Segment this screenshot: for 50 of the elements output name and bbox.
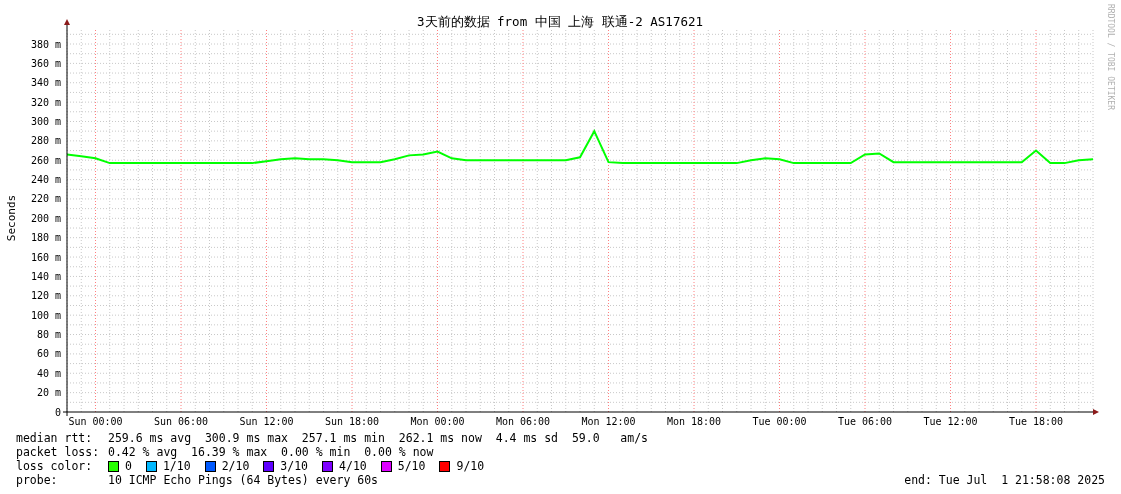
axis-label: 140 m bbox=[30, 270, 61, 282]
axis-label: 120 m bbox=[30, 290, 61, 302]
axis-label: Tue 12:00 bbox=[923, 416, 978, 426]
axis-label: 160 m bbox=[30, 251, 61, 263]
axis-label: 200 m bbox=[30, 212, 61, 224]
axis-label: 20 m bbox=[36, 387, 61, 399]
axis-label: 220 m bbox=[30, 193, 61, 205]
axis-label: Tue 06:00 bbox=[837, 416, 893, 426]
axis-label: Sun 12:00 bbox=[239, 416, 294, 426]
legend-label: 9/10 bbox=[456, 459, 485, 473]
axis-label: 0 bbox=[54, 406, 61, 418]
end-time: end: Tue Jul 1 21:58:08 2025 bbox=[904, 473, 1105, 487]
axis-label: Tue 00:00 bbox=[752, 416, 807, 426]
axis-label: 280 m bbox=[30, 135, 61, 147]
axis-label: Mon 00:00 bbox=[410, 416, 465, 426]
axis-label: 360 m bbox=[30, 57, 61, 69]
axis-label: 300 m bbox=[30, 116, 61, 127]
axis-label: 60 m bbox=[36, 348, 61, 360]
probe-text: 10 ICMP Echo Pings (64 Bytes) every 60s bbox=[108, 473, 379, 487]
legend-label: 2/10 bbox=[221, 459, 250, 473]
credit-text: RRDTOOL / TOBI OETIKER bbox=[1106, 4, 1115, 110]
stat-values: 0.42 % avg 16.39 % max 0.00 % min 0.00 % now bbox=[108, 445, 434, 459]
axis-label: 80 m bbox=[36, 329, 61, 341]
axis-label: Mon 12:00 bbox=[581, 416, 636, 426]
axis-label: 380 m bbox=[30, 38, 61, 50]
axis-label: Mon 06:00 bbox=[495, 416, 551, 426]
axis-label: Sun 18:00 bbox=[324, 416, 380, 426]
legend-label: 1/10 bbox=[162, 459, 191, 473]
legend-label: 4/10 bbox=[339, 459, 367, 473]
legend-label: 5/10 bbox=[397, 459, 426, 473]
axis-label: 260 m bbox=[30, 154, 61, 166]
axis-label: 40 m bbox=[36, 367, 61, 379]
stat-label: packet loss: bbox=[16, 445, 101, 459]
axis-label: 180 m bbox=[30, 232, 61, 244]
y-axis-label: Seconds bbox=[5, 194, 18, 242]
axis-label: Sun 06:00 bbox=[153, 416, 209, 426]
axis-label: Tue 18:00 bbox=[1008, 416, 1064, 426]
axis-label: 320 m bbox=[30, 96, 61, 108]
stat-label: median rtt: bbox=[16, 431, 94, 445]
stat-values: 259.6 ms avg 300.9 ms max 257.1 ms min 262.1 ms now 4.4 ms sd 59.0 am/s bbox=[108, 431, 649, 445]
stat-label: probe: bbox=[16, 473, 59, 487]
axis-label: 100 m bbox=[30, 309, 61, 321]
axis-label: 340 m bbox=[30, 77, 61, 89]
stat-label: loss color: bbox=[16, 459, 94, 473]
legend-label: 3/10 bbox=[280, 459, 309, 473]
axis-label: Mon 18:00 bbox=[666, 416, 722, 426]
legend-label: 0 bbox=[125, 459, 132, 473]
chart-title: 3天前的数据 from 中国 上海 联通-2 AS17621 bbox=[417, 14, 703, 29]
axis-label: Sun 00:00 bbox=[68, 416, 123, 426]
axis-label: 240 m bbox=[30, 174, 61, 186]
